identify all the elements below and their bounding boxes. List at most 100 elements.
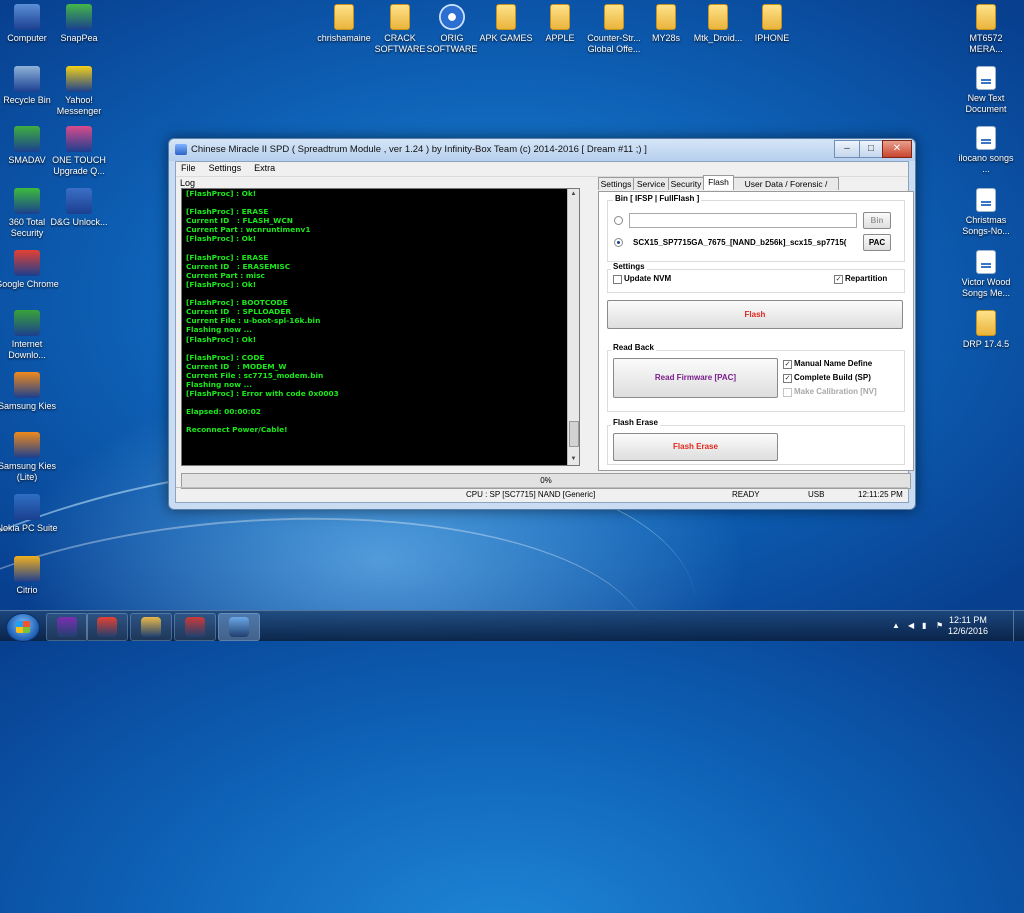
desktop-icon[interactable]: Google Chrome: [0, 250, 59, 290]
nokia-icon: [14, 494, 40, 520]
desktop-icon[interactable]: SnapPea: [47, 4, 111, 44]
read-firmware-button[interactable]: Read Firmware [PAC]: [613, 358, 778, 398]
desktop-icon[interactable]: chrishamaine: [312, 4, 376, 44]
minimize-button[interactable]: –: [834, 140, 860, 158]
yahoo-messenger-icon: [57, 617, 77, 637]
complete-build-checkbox[interactable]: ✓: [783, 374, 792, 383]
samsung-kies-icon: [14, 372, 40, 398]
desktop-icon-label: DRP 17.4.5: [962, 339, 1010, 349]
log-line: [FlashProc] : BOOTCODE: [186, 298, 288, 308]
settings-group-label: Settings: [611, 262, 647, 271]
scroll-up-icon[interactable]: ▲: [568, 189, 579, 200]
window-titlebar[interactable]: Chinese Miracle II SPD ( Spreadtrum Modu…: [169, 139, 915, 161]
repartition-label: Repartition: [845, 274, 888, 283]
taskbar-button[interactable]: [86, 613, 128, 641]
repartition-checkbox[interactable]: ✓: [834, 275, 843, 284]
tab-flash[interactable]: Flash: [703, 175, 734, 190]
explorer-folder-icon: [141, 617, 161, 637]
desktop-icon-label: ONE TOUCH Upgrade Q...: [52, 155, 106, 176]
log-line: Current ID : FLASH_WCN: [186, 216, 293, 226]
show-desktop-button[interactable]: [1013, 611, 1024, 641]
desktop-icon-label: Samsung Kies: [0, 401, 57, 411]
log-line: Current File : sc7715_modem.bin: [186, 370, 324, 380]
log-line: [FlashProc] : Ok!: [186, 279, 257, 289]
log-line: Flashing now ...: [186, 379, 253, 389]
status-time: 12:11:25 PM: [858, 490, 903, 499]
menu-settings[interactable]: Settings: [204, 162, 247, 174]
idm-icon: [14, 310, 40, 336]
desktop-icon[interactable]: Samsung Kies (Lite): [0, 432, 59, 483]
computer-icon: [14, 4, 40, 30]
make-calibration-checkbox[interactable]: [783, 388, 792, 397]
pac-path-field[interactable]: SCX15_SP7715GA_7675_[NAND_b256k]_scx15_s…: [629, 235, 861, 250]
desktop-icon[interactable]: D&G Unlock...: [47, 188, 111, 228]
scroll-thumb[interactable]: [569, 421, 579, 447]
taskbar-button[interactable]: [46, 613, 88, 641]
flash-erase-button[interactable]: Flash Erase: [613, 433, 778, 461]
tab-settings[interactable]: Settings: [598, 177, 634, 190]
log-console[interactable]: [FlashProc] : Ok! [FlashProc] : ERASE Curr…: [181, 188, 580, 466]
taskbar-button[interactable]: [130, 613, 172, 641]
network-icon[interactable]: ▮: [922, 621, 931, 630]
desktop-icon[interactable]: MT6572 MERA...: [954, 4, 1018, 55]
desktop-icon-label: Nokia PC Suite: [0, 523, 58, 533]
snappea-icon: [66, 4, 92, 30]
desktop-icon[interactable]: ilocano songs ...: [954, 126, 1018, 175]
tab-service[interactable]: Service: [633, 177, 669, 190]
desktop-icon[interactable]: Nokia PC Suite: [0, 494, 59, 534]
manual-name-checkbox[interactable]: ✓: [783, 360, 792, 369]
log-line: Current ID : SPLLOADER: [186, 307, 292, 317]
complete-build-label: Complete Build (SP): [794, 373, 871, 382]
pac-button[interactable]: PAC: [863, 234, 891, 251]
log-scrollbar[interactable]: ▲ ▼: [567, 189, 579, 465]
tab-security[interactable]: Security: [668, 177, 704, 190]
folder-icon: [496, 4, 516, 30]
update-nvm-checkbox[interactable]: [613, 275, 622, 284]
document-icon: [976, 250, 996, 274]
log-line: [FlashProc] : CODE: [186, 352, 265, 362]
taskbar-button[interactable]: [218, 613, 260, 641]
tab-user-data[interactable]: User Data / Forensic / Other: [733, 177, 839, 201]
desktop-icon[interactable]: Victor Wood Songs Me...: [954, 250, 1018, 299]
bin-radio[interactable]: [614, 216, 623, 225]
flash-panel: Bin [ IFSP | FullFlash ] Bin SCX15_SP771…: [598, 191, 914, 471]
bin-path-field[interactable]: [629, 213, 857, 228]
desktop-icon[interactable]: Samsung Kies: [0, 372, 59, 412]
close-button[interactable]: ✕: [882, 140, 912, 158]
desktop-icon[interactable]: Citrio: [0, 556, 59, 596]
desktop-icon[interactable]: New Text Document: [954, 66, 1018, 115]
menu-extra[interactable]: Extra: [249, 162, 280, 174]
desktop-icon-label: Yahoo! Messenger: [56, 95, 102, 116]
flash-button[interactable]: Flash: [607, 300, 903, 329]
flag-icon[interactable]: ⚑: [936, 621, 945, 630]
make-calibration-label: Make Calibration [NV]: [794, 387, 877, 396]
start-button[interactable]: [6, 613, 40, 642]
log-text: [FlashProc] : Ok! [FlashProc] : ERASE Curr…: [186, 189, 571, 435]
desktop-icon[interactable]: IPHONE: [740, 4, 804, 44]
folder-icon: [762, 4, 782, 30]
desktop-icon[interactable]: Yahoo! Messenger: [47, 66, 111, 117]
volume-icon[interactable]: ◀: [908, 621, 917, 630]
desktop-icon[interactable]: ONE TOUCH Upgrade Q...: [47, 126, 111, 177]
folder-icon: [550, 4, 570, 30]
folder-icon: [976, 310, 996, 336]
taskbar-button[interactable]: [174, 613, 216, 641]
menu-file[interactable]: File: [176, 162, 201, 174]
scroll-down-icon[interactable]: ▼: [568, 454, 579, 465]
chrome-icon: [14, 250, 40, 276]
manual-name-label: Manual Name Define: [794, 359, 873, 368]
maximize-button[interactable]: □: [859, 140, 883, 158]
desktop-icon[interactable]: Christmas Songs-No...: [954, 188, 1018, 237]
desktop-icon-label: Samsung Kies (Lite): [0, 461, 57, 482]
desktop-icon[interactable]: DRP 17.4.5: [954, 310, 1018, 350]
citrio-icon: [14, 556, 40, 582]
desktop-icon[interactable]: Internet Downlo...: [0, 310, 59, 361]
tray-expand-icon[interactable]: ▲: [892, 621, 901, 630]
window-client: File Settings Extra Log [FlashProc] : Ok…: [175, 161, 914, 503]
bin-button[interactable]: Bin: [863, 212, 891, 229]
taskbar-clock[interactable]: 12:11 PM 12/6/2016: [948, 615, 988, 637]
pac-radio[interactable]: [614, 238, 623, 247]
